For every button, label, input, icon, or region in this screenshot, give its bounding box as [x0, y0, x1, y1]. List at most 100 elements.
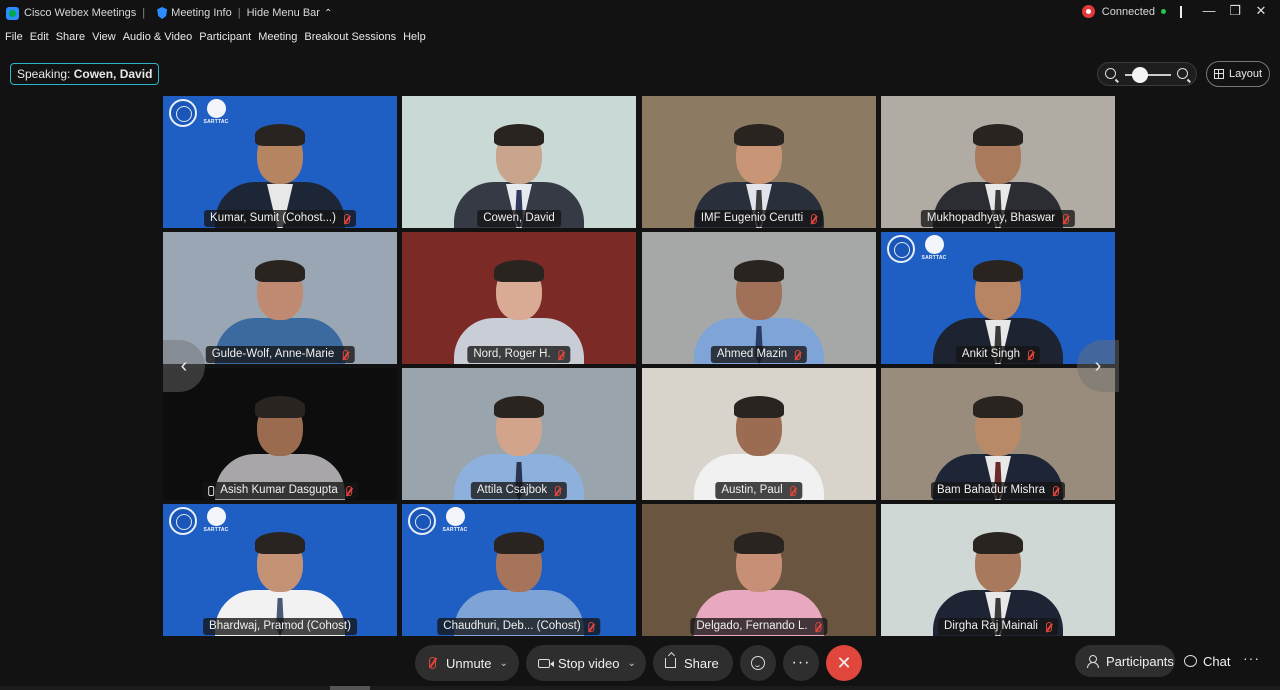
- reactions-button[interactable]: [740, 645, 776, 681]
- video-tile[interactable]: Austin, Paul: [642, 368, 876, 500]
- chevron-down-icon[interactable]: ⌄: [500, 658, 508, 669]
- video-tile[interactable]: Ahmed Mazin: [642, 232, 876, 364]
- mic-muted-icon: [795, 349, 802, 360]
- menu-help[interactable]: Help: [403, 31, 426, 43]
- mic-muted-icon: [1045, 621, 1052, 632]
- speaking-name: Cowen, David: [73, 67, 153, 81]
- participant-name: Kumar, Sumit (Cohost...): [210, 212, 336, 224]
- participant-hair: [255, 532, 305, 554]
- sarttac-mark-icon: [445, 507, 465, 526]
- participant-name: Bam Bahadur Mishra: [936, 484, 1046, 496]
- menu-bar: File Edit Share View Audio & Video Parti…: [0, 27, 428, 47]
- participant-hair: [255, 396, 305, 418]
- video-tile[interactable]: SARTTAC Bhardwaj, Pramod (Cohost): [163, 504, 397, 636]
- unmute-label: Unmute: [446, 655, 492, 671]
- app-title: Cisco Webex Meetings: [24, 7, 137, 19]
- video-tile[interactable]: Asish Kumar Dasgupta: [163, 368, 397, 500]
- layout-button[interactable]: Layout: [1206, 61, 1270, 87]
- video-tile[interactable]: SARTTAC Ankit Singh: [881, 232, 1115, 364]
- participant-name-label: Attila Csajbok: [470, 482, 568, 499]
- menu-view[interactable]: View: [92, 31, 116, 43]
- connected-dot-icon: [1161, 9, 1166, 14]
- scrollbar[interactable]: [0, 686, 1280, 690]
- participant-hair: [494, 532, 544, 554]
- sarttac-mark-icon: [206, 507, 226, 526]
- restore-button[interactable]: ❐: [1222, 2, 1248, 22]
- participant-name-label: Mukhopadhyay, Bhaswar: [920, 210, 1076, 227]
- participant-name: Austin, Paul: [721, 484, 783, 496]
- unmute-button[interactable]: Unmute ⌄: [415, 645, 519, 681]
- video-tile[interactable]: IMF Eugenio Cerutti: [642, 96, 876, 228]
- video-tile[interactable]: Delgado, Fernando L.: [642, 504, 876, 636]
- video-tile[interactable]: Nord, Roger H.: [402, 232, 636, 364]
- participant-name: Bhardwaj, Pramod (Cohost): [209, 620, 351, 632]
- participant-name: Dirgha Raj Mainali: [944, 620, 1038, 632]
- more-panels-button[interactable]: ···: [1243, 650, 1260, 666]
- participants-button[interactable]: Participants: [1075, 645, 1175, 677]
- participant-name-label: Austin, Paul: [715, 482, 803, 499]
- participant-name: Gulde-Wolf, Anne-Marie: [211, 348, 335, 360]
- participant-hair: [255, 124, 305, 146]
- menu-file[interactable]: File: [5, 31, 23, 43]
- participant-name: Ankit Singh: [961, 348, 1021, 360]
- video-tile[interactable]: Attila Csajbok: [402, 368, 636, 500]
- participant-name-label: Chaudhuri, Deb... (Cohost): [437, 618, 601, 635]
- zoom-slider-handle[interactable]: [1132, 67, 1148, 83]
- participant-name-label: Ankit Singh: [955, 346, 1041, 363]
- participant-name-label: IMF Eugenio Cerutti: [694, 210, 824, 227]
- video-tile[interactable]: SARTTAC Chaudhuri, Deb... (Cohost): [402, 504, 636, 636]
- zoom-out-icon[interactable]: [1105, 68, 1116, 79]
- connection-status: Connected: [1081, 5, 1182, 18]
- menu-share[interactable]: Share: [56, 31, 85, 43]
- close-window-button[interactable]: ✕: [1248, 2, 1274, 22]
- hide-menu-bar-button[interactable]: Hide Menu Bar ⌃: [247, 7, 333, 19]
- participant-name-label: Bhardwaj, Pramod (Cohost): [203, 618, 357, 635]
- leave-meeting-button[interactable]: ✕: [826, 645, 862, 681]
- imf-seal-icon: [169, 99, 197, 127]
- sarttac-mark-icon: [206, 99, 226, 118]
- video-tile[interactable]: Bam Bahadur Mishra: [881, 368, 1115, 500]
- meeting-info-link[interactable]: Meeting Info: [171, 7, 232, 19]
- stop-video-button[interactable]: Stop video ⌄: [526, 645, 646, 681]
- video-tile[interactable]: Mukhopadhyay, Bhaswar: [881, 96, 1115, 228]
- participant-hair: [494, 396, 544, 418]
- mic-muted-icon: [588, 621, 595, 632]
- participant-hair: [973, 124, 1023, 146]
- recording-icon[interactable]: [1081, 5, 1095, 18]
- participant-hair: [973, 532, 1023, 554]
- participant-name-label: Kumar, Sumit (Cohost...): [204, 210, 356, 227]
- video-tile[interactable]: Dirgha Raj Mainali: [881, 504, 1115, 636]
- participant-name-label: Delgado, Fernando L.: [690, 618, 828, 635]
- share-label: Share: [684, 655, 719, 671]
- video-tile[interactable]: SARTTAC Kumar, Sumit (Cohost...): [163, 96, 397, 228]
- sarttac-mark-icon: [924, 235, 944, 254]
- participant-name-label: Gulde-Wolf, Anne-Marie: [205, 346, 355, 363]
- participant-name-label: Bam Bahadur Mishra: [930, 482, 1066, 499]
- menu-audio-video[interactable]: Audio & Video: [123, 31, 193, 43]
- video-tile[interactable]: Cowen, David: [402, 96, 636, 228]
- participant-hair: [255, 260, 305, 282]
- minimize-button[interactable]: —: [1196, 2, 1222, 22]
- mic-muted-icon: [343, 213, 350, 224]
- more-options-button[interactable]: ···: [783, 645, 819, 681]
- divider: [1180, 5, 1182, 18]
- participant-hair: [973, 260, 1023, 282]
- video-tile[interactable]: Gulde-Wolf, Anne-Marie: [163, 232, 397, 364]
- imf-seal-icon: [887, 235, 915, 263]
- camera-icon: [538, 658, 554, 668]
- menu-meeting[interactable]: Meeting: [258, 31, 297, 43]
- share-button[interactable]: Share: [653, 645, 733, 681]
- zoom-control: [1097, 62, 1197, 86]
- webex-logo-icon: [6, 6, 19, 20]
- menu-breakout-sessions[interactable]: Breakout Sessions: [304, 31, 396, 43]
- menu-edit[interactable]: Edit: [30, 31, 49, 43]
- menu-participant[interactable]: Participant: [199, 31, 251, 43]
- chat-button[interactable]: Chat: [1178, 645, 1242, 677]
- participant-name: Delgado, Fernando L.: [696, 620, 808, 632]
- chevron-down-icon[interactable]: ⌄: [627, 658, 635, 669]
- zoom-in-icon[interactable]: [1177, 68, 1188, 79]
- scrollbar-thumb[interactable]: [330, 686, 370, 690]
- mic-muted-icon: [555, 485, 562, 496]
- shield-icon: [157, 7, 168, 19]
- participant-hair: [494, 260, 544, 282]
